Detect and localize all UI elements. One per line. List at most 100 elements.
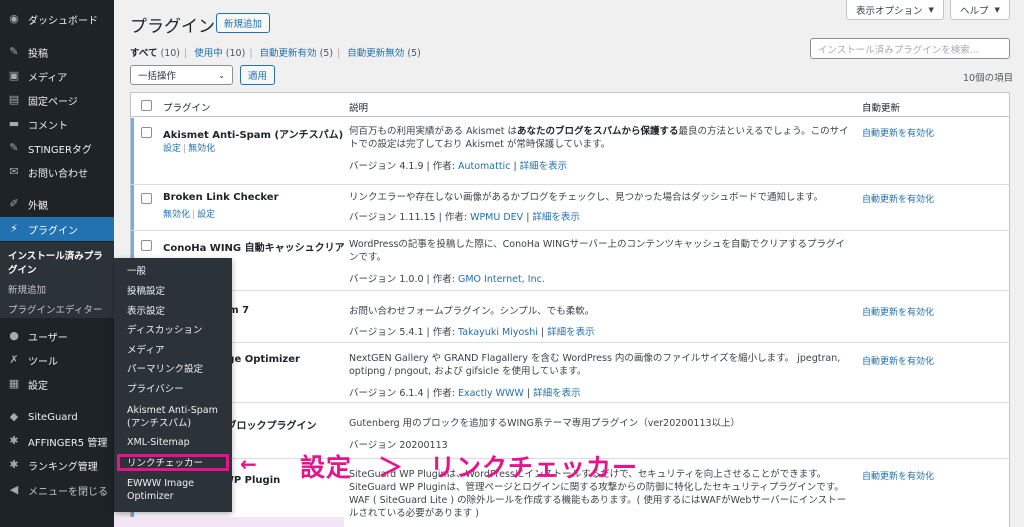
annotation-text: 設定 ＞ リンクチェッカー bbox=[300, 453, 639, 482]
menu-dashboard[interactable]: ◉ ダッシュボード bbox=[0, 7, 114, 31]
settings-link[interactable]: 設定 bbox=[197, 210, 215, 220]
active-indicator bbox=[131, 118, 134, 184]
flyout-link-checker[interactable]: リンクチェッカー bbox=[127, 458, 203, 470]
plugin-name: ConoHa WING 自動キャッシュクリア bbox=[163, 243, 345, 254]
apply-button[interactable]: 適用 bbox=[240, 65, 276, 85]
filter-separator: | bbox=[249, 48, 253, 59]
flyout-general[interactable]: 一般 bbox=[127, 266, 146, 278]
menu-media[interactable]: ▣ メディア bbox=[0, 64, 114, 88]
deactivate-link[interactable]: 無効化 bbox=[188, 144, 215, 154]
author-link[interactable]: GMO Internet, Inc. bbox=[458, 274, 545, 285]
enable-auto-update-link[interactable]: 自動更新を有効化 bbox=[862, 192, 934, 205]
mail-icon: ✉ bbox=[9, 165, 19, 178]
menu-contact[interactable]: ✉ お問い合わせ bbox=[0, 160, 114, 184]
menu-label: メディア bbox=[28, 72, 68, 84]
menu-stinger-tag[interactable]: ✎ STINGERタグ bbox=[0, 136, 114, 160]
help-button[interactable]: ヘルプ ▼ bbox=[950, 0, 1010, 20]
menu-posts[interactable]: ✎ 投稿 bbox=[0, 40, 114, 64]
menu-label: ダッシュボード bbox=[28, 15, 98, 27]
enable-auto-update-link[interactable]: 自動更新を有効化 bbox=[862, 305, 934, 318]
filter-all[interactable]: すべて bbox=[130, 48, 157, 59]
details-link[interactable]: 詳細を表示 bbox=[533, 388, 581, 399]
menu-plugins[interactable]: ⚡ プラグイン bbox=[0, 217, 114, 241]
plugin-meta: バージョン 5.4.1 | 作者: Takayuki Miyoshi | 詳細を… bbox=[349, 324, 595, 338]
menu-affinger5[interactable]: ✱ AFFINGER5 管理 bbox=[0, 429, 114, 453]
column-plugin: プラグイン bbox=[163, 103, 211, 114]
enable-auto-update-link[interactable]: 自動更新を有効化 bbox=[862, 354, 934, 367]
menu-label: STINGERタグ bbox=[28, 144, 92, 156]
details-link[interactable]: 詳細を表示 bbox=[520, 161, 568, 172]
details-link[interactable]: 詳細を表示 bbox=[532, 212, 580, 223]
flyout-discussion[interactable]: ディスカッション bbox=[127, 325, 202, 337]
row-checkbox[interactable] bbox=[141, 127, 152, 138]
add-new-plugin-button[interactable]: 新規追加 bbox=[216, 13, 271, 33]
flyout-permalink[interactable]: パーマリンク設定 bbox=[127, 364, 203, 376]
plugin-description: リンクエラーや存在しない画像があるかブログをチェックし、見つかった場合はダッシュ… bbox=[349, 192, 824, 203]
submenu-installed-plugins-line1[interactable]: インストール済みプラ bbox=[8, 248, 103, 262]
row-checkbox[interactable] bbox=[141, 240, 152, 251]
table-row: Broken Link Checker 無効化 | 設定 リンクエラーや存在しない画… bbox=[131, 185, 1009, 231]
menu-appearance[interactable]: ✐ 外観 bbox=[0, 192, 114, 216]
enable-auto-update-link[interactable]: 自動更新を有効化 bbox=[862, 126, 934, 139]
column-auto-update: 自動更新 bbox=[862, 103, 901, 114]
filter-auto-update-enabled[interactable]: 自動更新有効 bbox=[260, 48, 317, 59]
screen-options-button[interactable]: 表示オプション ▼ bbox=[846, 0, 944, 20]
brush-icon: ✐ bbox=[9, 197, 19, 210]
menu-label: コメント bbox=[28, 120, 68, 132]
flyout-xml-sitemap[interactable]: XML-Sitemap bbox=[127, 437, 190, 449]
row-checkbox[interactable] bbox=[141, 193, 152, 204]
flyout-reading[interactable]: 表示設定 bbox=[127, 306, 165, 318]
details-link[interactable]: 詳細を表示 bbox=[547, 327, 595, 338]
plugin-description: Gutenberg 用のブロックを追加するWING系テーマ専用プラグイン（ver… bbox=[349, 418, 741, 429]
submenu-add-new[interactable]: 新規追加 bbox=[8, 282, 46, 296]
filter-separator: | bbox=[337, 48, 341, 59]
wrench-icon: ✗ bbox=[9, 353, 19, 366]
author-link[interactable]: Exactly WWW bbox=[458, 388, 524, 399]
submenu-plugin-editor[interactable]: プラグインエディター bbox=[8, 302, 102, 316]
flyout-akismet-line1[interactable]: Akismet Anti-Spam bbox=[127, 405, 218, 417]
author-link[interactable]: Automattic bbox=[458, 161, 510, 172]
table-header: プラグイン 説明 自動更新 bbox=[131, 93, 1009, 117]
bulk-action-select[interactable]: 一括操作 ⌄ bbox=[130, 65, 233, 85]
meta-separator: | bbox=[537, 327, 548, 338]
menu-tools[interactable]: ✗ ツール bbox=[0, 348, 114, 372]
menu-settings[interactable]: ▦ 設定 bbox=[0, 372, 114, 396]
desc-pre: 何百万もの利用実績がある Akismet は bbox=[349, 126, 517, 137]
plugin-search-input[interactable]: インストール済みプラグインを検索... bbox=[810, 38, 1010, 59]
flyout-privacy[interactable]: プライバシー bbox=[127, 384, 184, 396]
menu-label: ツール bbox=[28, 356, 58, 368]
caret-down-icon: ▼ bbox=[928, 5, 934, 14]
menu-ranking[interactable]: ✱ ランキング管理 bbox=[0, 453, 114, 477]
flyout-ewww-line2[interactable]: Optimizer bbox=[127, 491, 174, 503]
menu-collapse[interactable]: ◀ メニューを閉じる bbox=[0, 478, 114, 502]
menu-label: メニューを閉じる bbox=[28, 486, 108, 498]
filter-active-count: (10) bbox=[225, 48, 246, 59]
enable-auto-update-link[interactable]: 自動更新を有効化 bbox=[862, 469, 934, 482]
annotation-arrow-icon: ← bbox=[240, 452, 257, 476]
filter-auto-on-count: (5) bbox=[319, 48, 334, 59]
deactivate-link[interactable]: 無効化 bbox=[163, 210, 190, 220]
settings-link[interactable]: 設定 bbox=[163, 144, 181, 154]
comment-icon: ▬ bbox=[8, 117, 20, 130]
flyout-akismet-line2[interactable]: (アンチスパム) bbox=[127, 418, 191, 430]
flyout-media[interactable]: メディア bbox=[127, 345, 164, 357]
submenu-installed-plugins-line2[interactable]: グイン bbox=[8, 262, 37, 276]
plugin-meta: バージョン 4.1.9 | 作者: Automattic | 詳細を表示 bbox=[349, 158, 567, 172]
user-icon: ● bbox=[9, 329, 19, 342]
select-all-checkbox[interactable] bbox=[141, 100, 152, 111]
menu-pages[interactable]: ▤ 固定ページ bbox=[0, 88, 114, 112]
author-link[interactable]: WPMU DEV bbox=[470, 212, 523, 223]
menu-label: 外観 bbox=[28, 200, 48, 212]
filter-active[interactable]: 使用中 bbox=[194, 48, 223, 59]
menu-users[interactable]: ● ユーザー bbox=[0, 324, 114, 348]
filter-auto-update-disabled[interactable]: 自動更新無効 bbox=[347, 48, 404, 59]
menu-comments[interactable]: ▬ コメント bbox=[0, 112, 114, 136]
author-link[interactable]: Takayuki Miyoshi bbox=[458, 327, 538, 338]
version-text: バージョン 1.0.0 | 作者: bbox=[349, 274, 458, 285]
flyout-ewww-line1[interactable]: EWWW Image bbox=[127, 478, 194, 490]
menu-siteguard[interactable]: ◆ SiteGuard bbox=[0, 405, 114, 429]
plugin-name: Akismet Anti-Spam (アンチスパム) bbox=[163, 130, 344, 141]
flyout-writing[interactable]: 投稿設定 bbox=[127, 286, 165, 298]
table-row: EWWW Image Optimizer NextGEN Gallery や G… bbox=[131, 343, 1009, 403]
page-title: プラグイン bbox=[130, 17, 215, 37]
